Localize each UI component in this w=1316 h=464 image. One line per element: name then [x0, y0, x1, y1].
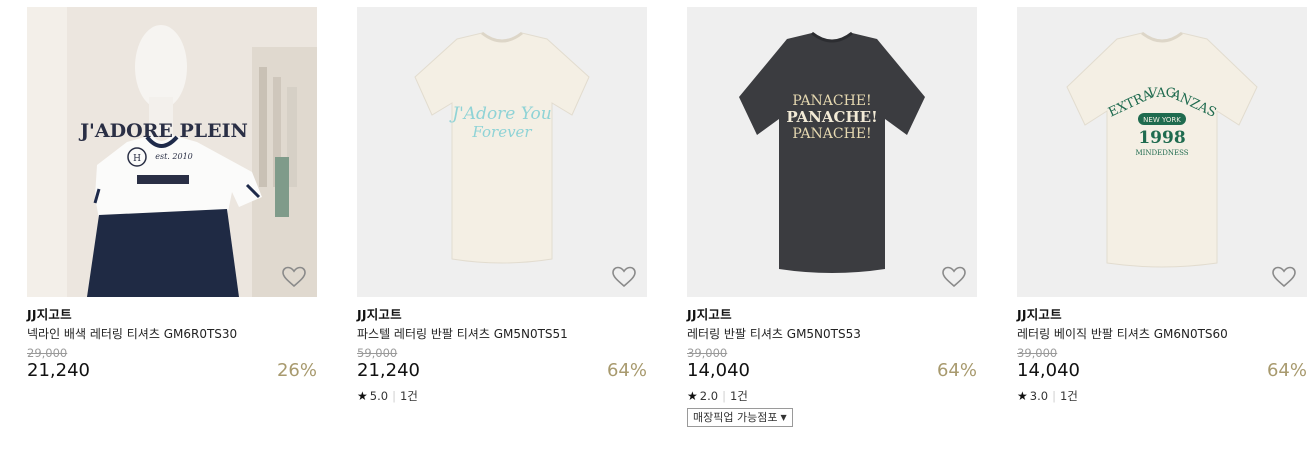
product-card[interactable]: J'Adore You Forever JJ지고트 파스텔 레터링 반팔 티셔츠… — [357, 7, 647, 404]
tshirt-image: J'Adore You Forever — [414, 31, 590, 264]
rating-score: 2.0 — [699, 389, 719, 403]
product-name[interactable]: 파스텔 레터링 반팔 티셔츠 GM5N0TS51 — [357, 326, 647, 342]
store-pickup-dropdown[interactable]: 매장픽업 가능점포 ▼ — [687, 408, 793, 427]
svg-text:est. 2010: est. 2010 — [155, 152, 193, 161]
product-image[interactable]: PANACHE! PANACHE! PANACHE! — [687, 7, 977, 297]
discount-rate: 64% — [936, 360, 977, 381]
wishlist-heart-icon[interactable] — [611, 265, 637, 289]
brand-name[interactable]: JJ지고트 — [687, 307, 977, 323]
divider: | — [722, 389, 726, 403]
product-image[interactable]: J'ADORE PLEIN H est. 2010 — [27, 7, 317, 297]
product-card[interactable]: J'ADORE PLEIN H est. 2010 JJ지고트 넥라인 배색 레… — [27, 7, 317, 382]
star-icon: ★ — [1017, 389, 1028, 403]
product-name[interactable]: 넥라인 배색 레터링 티셔츠 GM6R0TS30 — [27, 326, 317, 342]
review-count: 1건 — [1059, 389, 1078, 403]
sale-price: 14,040 — [1017, 360, 1080, 381]
review-count: 1건 — [729, 389, 748, 403]
rating-summary[interactable]: ★ 5.0 | 1건 — [357, 388, 647, 404]
rating-summary[interactable]: ★ 3.0 | 1건 — [1017, 388, 1307, 404]
rating-summary[interactable]: ★ 2.0 | 1건 — [687, 388, 977, 404]
original-price: 39,000 — [687, 346, 728, 360]
product-card[interactable]: PANACHE! PANACHE! PANACHE! JJ지고트 레터링 반팔 … — [687, 7, 977, 427]
original-price: 29,000 — [27, 346, 68, 360]
rating-score: 3.0 — [1029, 389, 1049, 403]
product-grid: J'ADORE PLEIN H est. 2010 JJ지고트 넥라인 배색 레… — [0, 0, 1316, 464]
shirt-print-line-2: PANACHE! — [786, 108, 877, 126]
brand-name[interactable]: JJ지고트 — [27, 307, 317, 323]
rating-score: 5.0 — [369, 389, 389, 403]
product-image[interactable]: J'Adore You Forever — [357, 7, 647, 297]
price-row: 14,040 64% — [687, 360, 977, 382]
price-row: 14,040 64% — [1017, 360, 1307, 382]
wishlist-heart-icon[interactable] — [941, 265, 967, 289]
sale-price: 21,240 — [357, 360, 420, 381]
shirt-print-line-5: 1998 — [1138, 128, 1185, 148]
product-name[interactable]: 레터링 반팔 티셔츠 GM5N0TS53 — [687, 326, 977, 342]
wishlist-heart-icon[interactable] — [1271, 265, 1297, 289]
divider: | — [392, 389, 396, 403]
shirt-print-line-2: Forever — [471, 123, 532, 141]
svg-text:H: H — [133, 154, 141, 164]
original-price: 59,000 — [357, 346, 398, 360]
star-icon: ★ — [357, 389, 368, 403]
discount-rate: 64% — [1266, 360, 1307, 381]
svg-text:J'ADORE PLEIN: J'ADORE PLEIN — [78, 120, 248, 142]
discount-rate: 26% — [276, 360, 317, 381]
price-row: 21,240 64% — [357, 360, 647, 382]
wishlist-heart-icon[interactable] — [281, 265, 307, 289]
shirt-print-line-4: NEW YORK — [1143, 116, 1181, 124]
divider: | — [1052, 389, 1056, 403]
sale-price: 14,040 — [687, 360, 750, 381]
sale-price: 21,240 — [27, 360, 90, 381]
price-row: 21,240 26% — [27, 360, 317, 382]
brand-name[interactable]: JJ지고트 — [357, 307, 647, 323]
tshirt-image: EXTRA VAG ANZAS NEW YORK 1998 MINDEDNESS — [1066, 31, 1258, 268]
store-pickup-label: 매장픽업 가능점포 — [693, 411, 778, 424]
brand-name[interactable]: JJ지고트 — [1017, 307, 1307, 323]
product-card[interactable]: EXTRA VAG ANZAS NEW YORK 1998 MINDEDNESS… — [1017, 7, 1307, 404]
discount-rate: 64% — [606, 360, 647, 381]
original-price: 39,000 — [1017, 346, 1058, 360]
product-name[interactable]: 레터링 베이직 반팔 티셔츠 GM6N0TS60 — [1017, 326, 1307, 342]
mannequin-photo: J'ADORE PLEIN H est. 2010 — [27, 7, 317, 297]
shirt-print-line-6: MINDEDNESS — [1135, 149, 1188, 157]
caret-down-icon: ▼ — [780, 413, 787, 422]
review-count: 1건 — [399, 389, 418, 403]
star-icon: ★ — [687, 389, 698, 403]
shirt-print-line-3: PANACHE! — [792, 126, 871, 142]
shirt-print-line-1: J'Adore You — [449, 104, 551, 124]
shirt-print-line-1: PANACHE! — [792, 93, 871, 109]
product-image[interactable]: EXTRA VAG ANZAS NEW YORK 1998 MINDEDNESS — [1017, 7, 1307, 297]
tshirt-image: PANACHE! PANACHE! PANACHE! — [739, 31, 925, 273]
